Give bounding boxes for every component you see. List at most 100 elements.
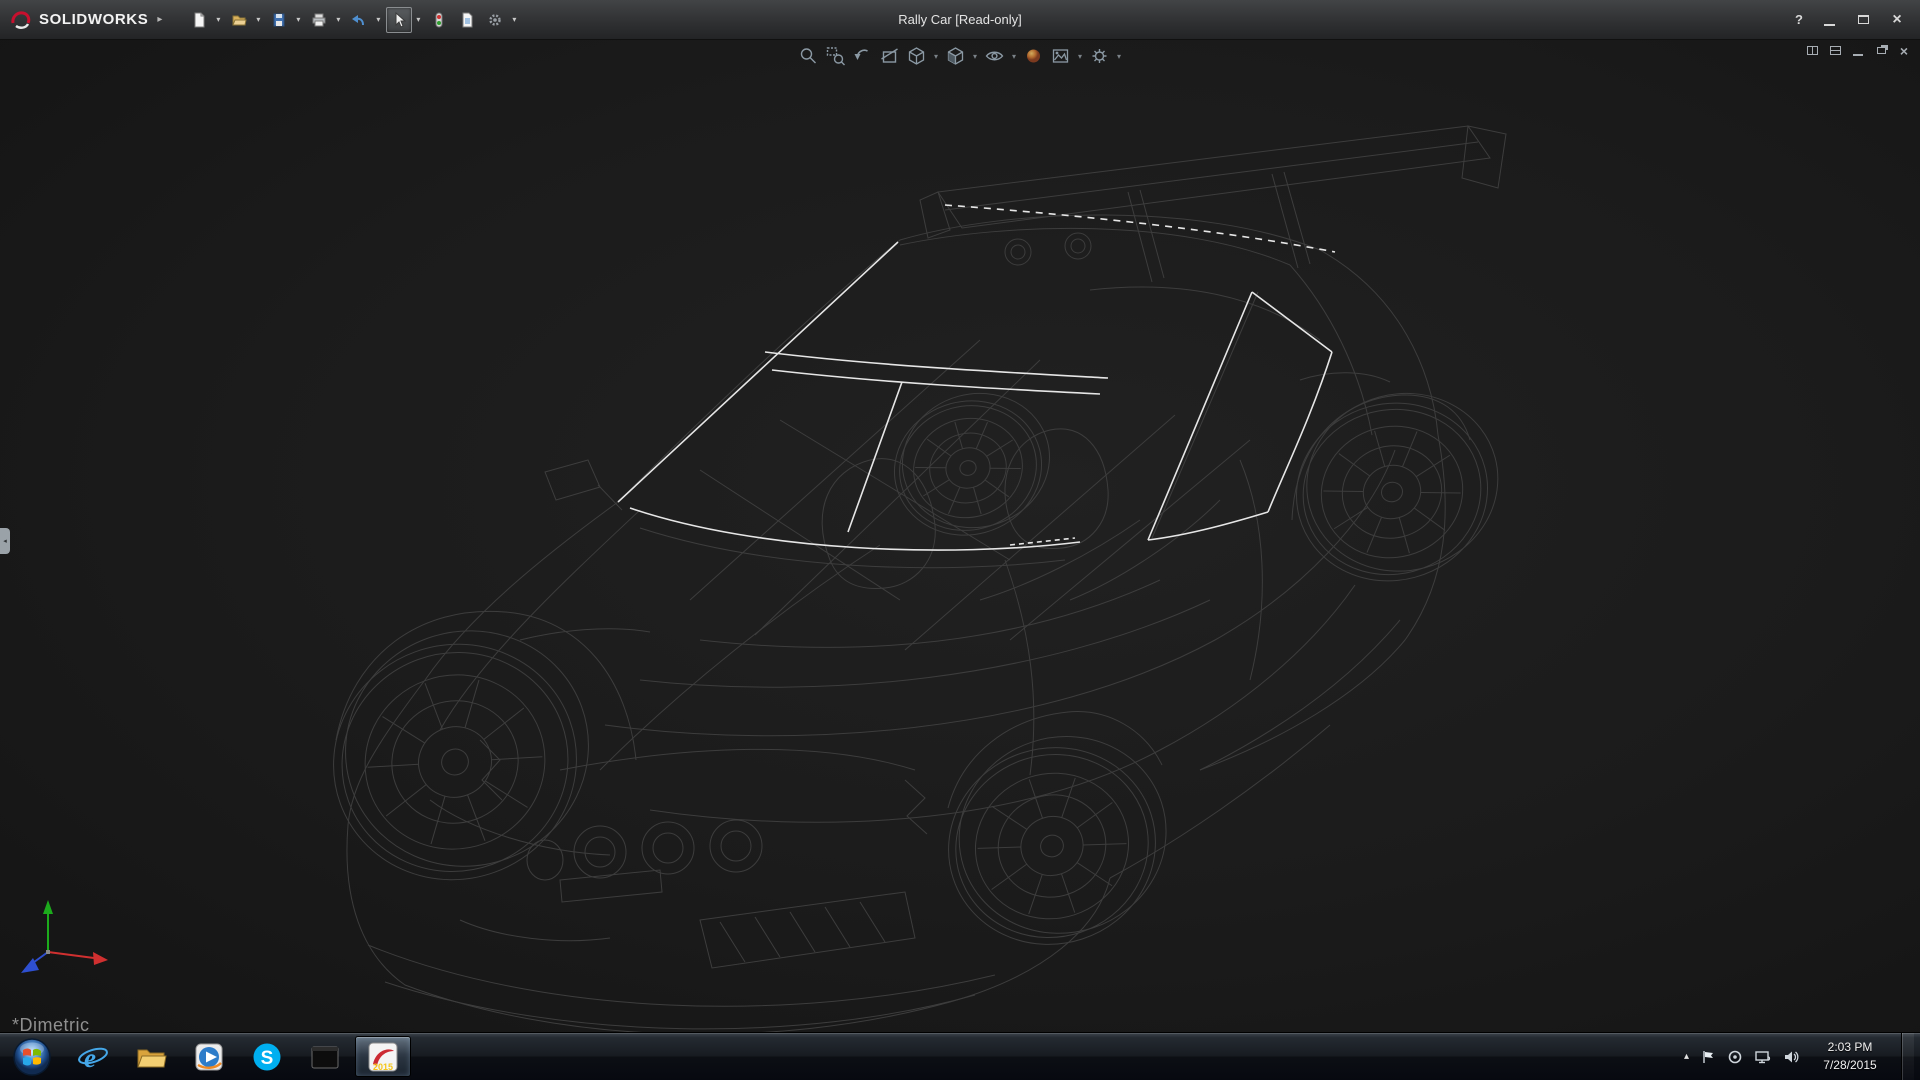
svg-text:e: e (84, 1043, 96, 1073)
hide-show-items-caret-icon[interactable]: ▾ (1010, 52, 1019, 61)
solidworks-app-icon: 2015 (367, 1041, 399, 1073)
doc-restore-button[interactable] (1873, 43, 1889, 58)
doc-minimize-button[interactable] (1850, 43, 1866, 58)
zoom-to-area-button[interactable] (824, 44, 848, 68)
new-document-group: ▾ (186, 7, 224, 33)
scene-photo-icon (1051, 46, 1071, 66)
previous-view-button[interactable] (851, 44, 875, 68)
internet-explorer-icon: e (77, 1041, 109, 1073)
taskbar-skype[interactable]: S (239, 1036, 295, 1077)
options-caret-icon[interactable]: ▾ (508, 15, 520, 24)
select-group: ▾ (386, 7, 424, 33)
eye-icon (985, 46, 1005, 66)
display-style-button[interactable] (944, 44, 968, 68)
maximize-button[interactable] (1848, 9, 1878, 31)
taskbar-media-player[interactable] (181, 1036, 237, 1077)
maximize-icon (1858, 15, 1869, 24)
print-button[interactable] (306, 7, 332, 33)
tile-vertical-icon (1807, 46, 1818, 55)
rebuild-icon (431, 12, 447, 28)
new-document-button[interactable] (186, 7, 212, 33)
taskbar-internet-explorer[interactable]: e (65, 1036, 121, 1077)
open-caret-icon[interactable]: ▾ (252, 15, 264, 24)
menu-flyout-arrow-icon[interactable]: ▸ (157, 14, 162, 25)
open-group: ▾ (226, 7, 264, 33)
hidden-icons-button[interactable]: ▴ (1684, 1051, 1689, 1062)
taskbar-solidworks[interactable]: 2015 (355, 1036, 411, 1077)
view-settings-caret-icon[interactable]: ▾ (1115, 52, 1124, 61)
svg-text:S: S (261, 1048, 274, 1069)
undo-group: ▾ (346, 7, 384, 33)
brand-name: SOLIDWORKS (39, 11, 148, 28)
solidworks-window: SOLIDWORKS ▸ ▾ (0, 0, 1920, 1080)
file-properties-group (454, 7, 480, 33)
taskbar-apps: e S (64, 1033, 412, 1080)
network-icon[interactable] (1754, 1049, 1772, 1065)
new-document-caret-icon[interactable]: ▾ (212, 15, 224, 24)
undo-arrow-icon (351, 12, 367, 28)
show-desktop-button[interactable] (1901, 1033, 1914, 1080)
featuremanager-collapse-tab[interactable]: ◂ (0, 528, 10, 554)
doc-close-button[interactable]: × (1896, 43, 1912, 58)
windows-update-icon[interactable] (1727, 1049, 1743, 1065)
help-button[interactable]: ? (1788, 12, 1810, 27)
zoom-to-fit-icon (799, 46, 819, 66)
taskbar-terminal-window[interactable] (297, 1036, 353, 1077)
undo-button[interactable] (346, 7, 372, 33)
select-caret-icon[interactable]: ▾ (412, 15, 424, 24)
folder-icon (135, 1041, 167, 1073)
view-settings-button[interactable] (1088, 44, 1112, 68)
svg-text:2015: 2015 (373, 1062, 393, 1072)
start-button[interactable] (0, 1033, 64, 1080)
options-group: ▾ (482, 7, 520, 33)
titlebar-controls: ? × (1788, 9, 1920, 31)
media-player-icon (193, 1041, 225, 1073)
minimize-button[interactable] (1814, 9, 1844, 31)
previous-view-icon (853, 46, 873, 66)
zoom-to-fit-button[interactable] (797, 44, 821, 68)
undo-caret-icon[interactable]: ▾ (372, 15, 384, 24)
model-rally-car-wireframe[interactable] (0, 40, 1920, 1032)
edit-appearance-button[interactable] (1022, 44, 1046, 68)
rebuild-button[interactable] (426, 7, 452, 33)
open-button[interactable] (226, 7, 252, 33)
options-button[interactable] (482, 7, 508, 33)
save-caret-icon[interactable]: ▾ (292, 15, 304, 24)
orientation-triad (14, 894, 118, 986)
close-button[interactable]: × (1882, 9, 1912, 31)
save-group: ▾ (266, 7, 304, 33)
3ds-logo-icon (10, 9, 32, 31)
graphics-area[interactable]: ▾ ▾ ▾ (0, 40, 1920, 1032)
view-orientation-button[interactable] (905, 44, 929, 68)
volume-icon[interactable] (1783, 1049, 1799, 1065)
taskbar-clock[interactable]: 2:03 PM 7/28/2015 (1810, 1039, 1890, 1074)
system-tray: ▴ 2:03 PM 7/28/2015 (1684, 1033, 1920, 1080)
collapse-arrow-icon: ◂ (3, 537, 7, 545)
tile-vertical-button[interactable] (1804, 43, 1820, 58)
taskbar-windows-explorer[interactable] (123, 1036, 179, 1077)
view-orientation-caret-icon[interactable]: ▾ (932, 52, 941, 61)
file-properties-button[interactable] (454, 7, 480, 33)
taskbar: e S (0, 1032, 1920, 1080)
solidworks-menu-button[interactable]: SOLIDWORKS ▸ (0, 0, 172, 39)
view-settings-icon (1090, 46, 1110, 66)
windows-start-orb-icon (12, 1037, 52, 1077)
action-center-flag-icon[interactable] (1700, 1049, 1716, 1065)
select-button[interactable] (386, 7, 412, 33)
select-cursor-icon (391, 12, 407, 28)
apply-scene-caret-icon[interactable]: ▾ (1076, 52, 1085, 61)
open-folder-icon (231, 12, 247, 28)
print-icon (311, 12, 327, 28)
save-floppy-icon (271, 12, 287, 28)
section-view-button[interactable] (878, 44, 902, 68)
view-orientation-label: *Dimetric (12, 1015, 90, 1032)
tile-horizontal-button[interactable] (1827, 43, 1843, 58)
file-toolbar: ▾ ▾ ▾ (186, 7, 520, 33)
zoom-to-area-icon (826, 46, 846, 66)
apply-scene-button[interactable] (1049, 44, 1073, 68)
options-gear-icon (487, 12, 503, 28)
hide-show-items-button[interactable] (983, 44, 1007, 68)
print-caret-icon[interactable]: ▾ (332, 15, 344, 24)
display-style-caret-icon[interactable]: ▾ (971, 52, 980, 61)
save-button[interactable] (266, 7, 292, 33)
